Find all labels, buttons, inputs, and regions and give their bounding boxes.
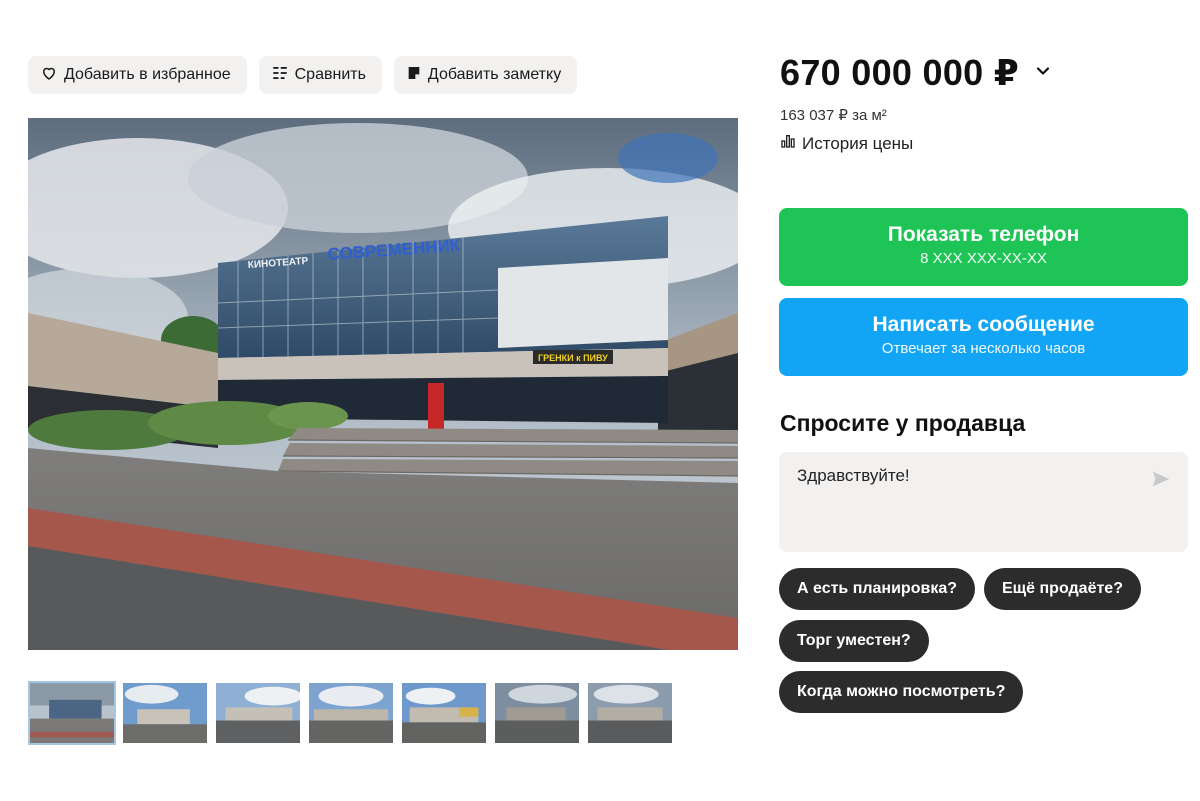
shop-sign: ГРЕНКИ к ПИВУ bbox=[538, 353, 608, 363]
price-history-link[interactable]: История цены bbox=[780, 133, 913, 154]
quick-question-chip[interactable]: Торг уместен? bbox=[779, 620, 929, 662]
quick-question-chip[interactable]: Ещё продаёте? bbox=[984, 568, 1141, 610]
write-message-label: Написать сообщение bbox=[872, 313, 1095, 336]
quick-question-chip[interactable]: А есть планировка? bbox=[779, 568, 975, 610]
thumbnail-2[interactable] bbox=[121, 681, 209, 745]
message-input[interactable]: Здравствуйте! bbox=[797, 466, 1137, 536]
listing-actions: Добавить в избранное Сравнить Добавить з… bbox=[28, 56, 578, 94]
quick-question-chip[interactable]: Когда можно посмотреть? bbox=[779, 671, 1024, 713]
price-history-label: История цены bbox=[802, 133, 914, 153]
write-message-button[interactable]: Написать сообщение Отвечает за несколько… bbox=[779, 298, 1188, 376]
listing-price: 670 000 000 ₽ bbox=[780, 52, 1020, 93]
main-photo[interactable]: КИНОТЕАТР СОВРЕМЕННИК ГРЕНКИ к ПИВУ bbox=[28, 118, 738, 650]
bar-chart-icon bbox=[780, 133, 796, 154]
price-row: 670 000 000 ₽ bbox=[780, 52, 1053, 94]
thumbnail-5[interactable] bbox=[400, 681, 488, 745]
add-to-favorites-button[interactable]: Добавить в избранное bbox=[28, 56, 247, 94]
thumbnail-6[interactable] bbox=[493, 681, 581, 745]
masked-phone: 8 XXX XXX-XX-XX bbox=[920, 250, 1047, 267]
compare-list-icon bbox=[271, 64, 289, 87]
price-per-square-meter: 163 037 ₽ за м² bbox=[780, 107, 887, 124]
compare-label: Сравнить bbox=[294, 66, 366, 83]
compare-button[interactable]: Сравнить bbox=[258, 56, 382, 94]
thumbnail-1[interactable] bbox=[28, 681, 116, 745]
show-phone-button[interactable]: Показать телефон 8 XXX XXX-XX-XX bbox=[779, 208, 1188, 286]
thumbnail-7[interactable] bbox=[586, 681, 674, 745]
note-icon bbox=[406, 65, 422, 86]
response-time: Отвечает за несколько часов bbox=[881, 340, 1086, 357]
thumbnail-3[interactable] bbox=[214, 681, 302, 745]
building-photo: КИНОТЕАТР СОВРЕМЕННИК ГРЕНКИ к ПИВУ bbox=[28, 118, 738, 650]
photo-thumbnails bbox=[28, 681, 674, 745]
heart-icon bbox=[40, 64, 58, 87]
ask-seller-title: Спросите у продавца bbox=[780, 410, 1026, 436]
send-icon[interactable] bbox=[1150, 468, 1172, 495]
add-note-label: Добавить заметку bbox=[427, 66, 562, 83]
thumbnail-4[interactable] bbox=[307, 681, 395, 745]
ask-seller-box: Здравствуйте! bbox=[779, 452, 1188, 552]
chevron-down-icon[interactable] bbox=[1033, 61, 1053, 86]
show-phone-label: Показать телефон bbox=[887, 223, 1080, 246]
add-to-favorites-label: Добавить в избранное bbox=[64, 66, 231, 83]
add-note-button[interactable]: Добавить заметку bbox=[393, 56, 578, 94]
